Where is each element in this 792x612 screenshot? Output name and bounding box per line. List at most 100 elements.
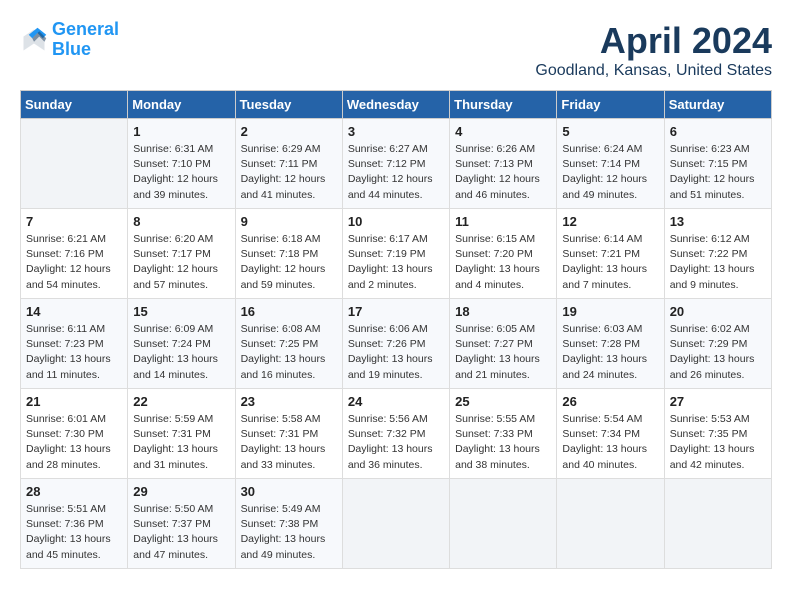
day-info: Sunrise: 6:02 AM Sunset: 7:29 PM Dayligh… (670, 322, 766, 383)
day-info: Sunrise: 5:50 AM Sunset: 7:37 PM Dayligh… (133, 502, 229, 563)
day-number: 21 (26, 394, 122, 409)
calendar-cell: 4 Sunrise: 6:26 AM Sunset: 7:13 PM Daylig… (450, 119, 557, 209)
calendar-cell: 8 Sunrise: 6:20 AM Sunset: 7:17 PM Daylig… (128, 209, 235, 299)
day-number: 3 (348, 124, 444, 139)
calendar-cell: 24 Sunrise: 5:56 AM Sunset: 7:32 PM Dayli… (342, 389, 449, 479)
calendar-cell: 6 Sunrise: 6:23 AM Sunset: 7:15 PM Daylig… (664, 119, 771, 209)
day-info: Sunrise: 6:26 AM Sunset: 7:13 PM Dayligh… (455, 142, 551, 203)
calendar-cell: 14Sunrise: 6:11 AM Sunset: 7:23 PM Dayli… (21, 299, 128, 389)
calendar-cell: 13 Sunrise: 6:12 AM Sunset: 7:22 PM Dayli… (664, 209, 771, 299)
calendar-cell: 16 Sunrise: 6:08 AM Sunset: 7:25 PM Dayli… (235, 299, 342, 389)
day-number: 22 (133, 394, 229, 409)
day-info: Sunrise: 6:29 AM Sunset: 7:11 PM Dayligh… (241, 142, 337, 203)
day-number: 25 (455, 394, 551, 409)
calendar-cell: 5 Sunrise: 6:24 AM Sunset: 7:14 PM Daylig… (557, 119, 664, 209)
calendar-week-row: 28 Sunrise: 5:51 AM Sunset: 7:36 PM Dayli… (21, 479, 772, 569)
day-info: Sunrise: 6:12 AM Sunset: 7:22 PM Dayligh… (670, 232, 766, 293)
day-number: 23 (241, 394, 337, 409)
day-number: 5 (562, 124, 658, 139)
day-number: 17 (348, 304, 444, 319)
calendar-cell: 21 Sunrise: 6:01 AM Sunset: 7:30 PM Dayli… (21, 389, 128, 479)
day-info: Sunrise: 5:54 AM Sunset: 7:34 PM Dayligh… (562, 412, 658, 473)
day-info: Sunrise: 6:09 AM Sunset: 7:24 PM Dayligh… (133, 322, 229, 383)
day-number: 15 (133, 304, 229, 319)
calendar-cell: 18Sunrise: 6:05 AM Sunset: 7:27 PM Dayli… (450, 299, 557, 389)
location-title: Goodland, Kansas, United States (535, 62, 772, 80)
day-number: 24 (348, 394, 444, 409)
calendar-week-row: 14Sunrise: 6:11 AM Sunset: 7:23 PM Dayli… (21, 299, 772, 389)
weekday-header-tuesday: Tuesday (235, 91, 342, 119)
calendar-week-row: 1 Sunrise: 6:31 AM Sunset: 7:10 PM Daylig… (21, 119, 772, 209)
calendar-cell (21, 119, 128, 209)
calendar-cell: 22 Sunrise: 5:59 AM Sunset: 7:31 PM Dayli… (128, 389, 235, 479)
day-info: Sunrise: 6:01 AM Sunset: 7:30 PM Dayligh… (26, 412, 122, 473)
day-number: 9 (241, 214, 337, 229)
day-info: Sunrise: 6:11 AM Sunset: 7:23 PM Dayligh… (26, 322, 122, 383)
day-info: Sunrise: 6:08 AM Sunset: 7:25 PM Dayligh… (241, 322, 337, 383)
calendar-cell: 29Sunrise: 5:50 AM Sunset: 7:37 PM Dayli… (128, 479, 235, 569)
logo-icon (20, 26, 48, 54)
logo: General Blue (20, 20, 119, 60)
day-number: 7 (26, 214, 122, 229)
day-number: 10 (348, 214, 444, 229)
month-title: April 2024 (535, 20, 772, 62)
calendar-table: SundayMondayTuesdayWednesdayThursdayFrid… (20, 90, 772, 569)
day-info: Sunrise: 5:53 AM Sunset: 7:35 PM Dayligh… (670, 412, 766, 473)
calendar-cell (450, 479, 557, 569)
calendar-cell (664, 479, 771, 569)
weekday-header-friday: Friday (557, 91, 664, 119)
calendar-cell: 12Sunrise: 6:14 AM Sunset: 7:21 PM Dayli… (557, 209, 664, 299)
day-info: Sunrise: 6:24 AM Sunset: 7:14 PM Dayligh… (562, 142, 658, 203)
day-info: Sunrise: 5:55 AM Sunset: 7:33 PM Dayligh… (455, 412, 551, 473)
calendar-cell: 30Sunrise: 5:49 AM Sunset: 7:38 PM Dayli… (235, 479, 342, 569)
day-number: 19 (562, 304, 658, 319)
calendar-week-row: 21 Sunrise: 6:01 AM Sunset: 7:30 PM Dayli… (21, 389, 772, 479)
calendar-cell: 2Sunrise: 6:29 AM Sunset: 7:11 PM Daylig… (235, 119, 342, 209)
calendar-cell: 9 Sunrise: 6:18 AM Sunset: 7:18 PM Daylig… (235, 209, 342, 299)
calendar-cell: 28 Sunrise: 5:51 AM Sunset: 7:36 PM Dayli… (21, 479, 128, 569)
day-number: 30 (241, 484, 337, 499)
calendar-cell: 20Sunrise: 6:02 AM Sunset: 7:29 PM Dayli… (664, 299, 771, 389)
day-number: 16 (241, 304, 337, 319)
day-info: Sunrise: 6:20 AM Sunset: 7:17 PM Dayligh… (133, 232, 229, 293)
day-info: Sunrise: 5:56 AM Sunset: 7:32 PM Dayligh… (348, 412, 444, 473)
day-number: 6 (670, 124, 766, 139)
day-info: Sunrise: 5:51 AM Sunset: 7:36 PM Dayligh… (26, 502, 122, 563)
day-info: Sunrise: 6:15 AM Sunset: 7:20 PM Dayligh… (455, 232, 551, 293)
calendar-cell: 11 Sunrise: 6:15 AM Sunset: 7:20 PM Dayli… (450, 209, 557, 299)
day-info: Sunrise: 6:03 AM Sunset: 7:28 PM Dayligh… (562, 322, 658, 383)
weekday-header-saturday: Saturday (664, 91, 771, 119)
day-info: Sunrise: 6:21 AM Sunset: 7:16 PM Dayligh… (26, 232, 122, 293)
day-info: Sunrise: 5:58 AM Sunset: 7:31 PM Dayligh… (241, 412, 337, 473)
day-number: 26 (562, 394, 658, 409)
day-number: 11 (455, 214, 551, 229)
title-area: April 2024 Goodland, Kansas, United Stat… (535, 20, 772, 80)
logo-blue: Blue (52, 39, 91, 59)
day-number: 8 (133, 214, 229, 229)
day-number: 13 (670, 214, 766, 229)
calendar-cell: 7 Sunrise: 6:21 AM Sunset: 7:16 PM Daylig… (21, 209, 128, 299)
day-info: Sunrise: 6:17 AM Sunset: 7:19 PM Dayligh… (348, 232, 444, 293)
calendar-cell: 15 Sunrise: 6:09 AM Sunset: 7:24 PM Dayli… (128, 299, 235, 389)
day-info: Sunrise: 6:18 AM Sunset: 7:18 PM Dayligh… (241, 232, 337, 293)
day-number: 4 (455, 124, 551, 139)
day-info: Sunrise: 6:27 AM Sunset: 7:12 PM Dayligh… (348, 142, 444, 203)
day-info: Sunrise: 5:59 AM Sunset: 7:31 PM Dayligh… (133, 412, 229, 473)
calendar-cell: 25 Sunrise: 5:55 AM Sunset: 7:33 PM Dayli… (450, 389, 557, 479)
calendar-cell: 17Sunrise: 6:06 AM Sunset: 7:26 PM Dayli… (342, 299, 449, 389)
calendar-cell: 26 Sunrise: 5:54 AM Sunset: 7:34 PM Dayli… (557, 389, 664, 479)
weekday-header-wednesday: Wednesday (342, 91, 449, 119)
day-number: 1 (133, 124, 229, 139)
calendar-cell: 23 Sunrise: 5:58 AM Sunset: 7:31 PM Dayli… (235, 389, 342, 479)
day-number: 28 (26, 484, 122, 499)
calendar-cell: 1 Sunrise: 6:31 AM Sunset: 7:10 PM Daylig… (128, 119, 235, 209)
day-info: Sunrise: 6:31 AM Sunset: 7:10 PM Dayligh… (133, 142, 229, 203)
day-info: Sunrise: 6:23 AM Sunset: 7:15 PM Dayligh… (670, 142, 766, 203)
day-number: 12 (562, 214, 658, 229)
calendar-cell (557, 479, 664, 569)
weekday-header-row: SundayMondayTuesdayWednesdayThursdayFrid… (21, 91, 772, 119)
logo-general: General (52, 19, 119, 39)
calendar-week-row: 7 Sunrise: 6:21 AM Sunset: 7:16 PM Daylig… (21, 209, 772, 299)
day-number: 27 (670, 394, 766, 409)
calendar-cell (342, 479, 449, 569)
